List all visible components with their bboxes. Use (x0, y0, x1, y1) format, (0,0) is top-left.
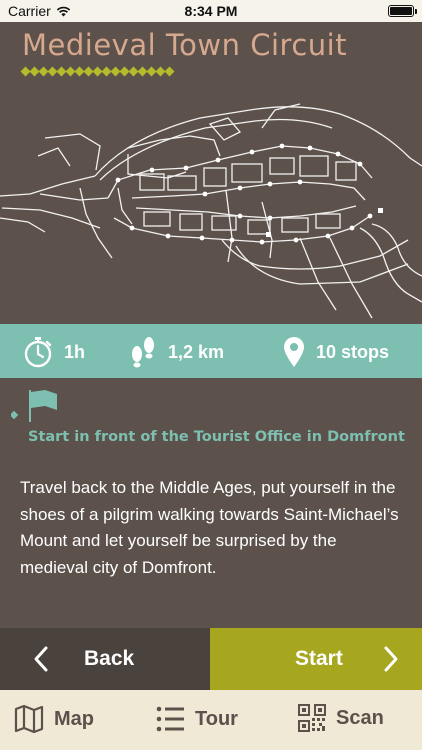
stops-info: 10 stops (282, 336, 389, 368)
title-underline-ornament (20, 66, 175, 77)
tour-info-bar: 1h 1,2 km 10 stops (0, 324, 422, 378)
page-title: Medieval Town Circuit (22, 28, 348, 62)
map-icon (14, 704, 44, 734)
distance-info: 1,2 km (128, 336, 224, 368)
footprints-icon (132, 337, 154, 368)
tab-map[interactable]: Map (14, 704, 94, 734)
start-flag-icon (11, 390, 57, 422)
tab-map-label: Map (54, 707, 94, 730)
distance-value: 1,2 km (168, 341, 225, 362)
battery-icon (388, 5, 417, 17)
duration-value: 1h (64, 341, 86, 362)
town-map-illustration (0, 103, 422, 319)
tab-tour-label: Tour (195, 707, 238, 730)
clock-time: 8:34 PM (184, 3, 238, 19)
navigation-row: Back Start (0, 628, 422, 690)
status-bar: Carrier 8:34 PM (0, 0, 422, 22)
back-button-label: Back (84, 647, 135, 670)
qr-code-icon (298, 704, 326, 732)
tab-tour[interactable]: Tour (155, 704, 238, 734)
chevron-right-icon (384, 646, 398, 672)
back-button[interactable]: Back (0, 628, 210, 690)
tab-scan[interactable]: Scan (298, 704, 384, 732)
start-button[interactable]: Start (210, 628, 422, 690)
chevron-left-icon (34, 646, 48, 672)
tab-scan-label: Scan (336, 706, 384, 729)
start-button-label: Start (295, 647, 343, 670)
start-location-text: Start in front of the Tourist Office in … (28, 429, 405, 445)
stopwatch-icon (24, 337, 52, 368)
tour-description: Travel back to the Middle Ages, put your… (20, 478, 399, 577)
tab-bar: Map Tour Scan (0, 690, 422, 750)
location-pin-icon (284, 337, 304, 367)
list-icon (156, 706, 184, 732)
duration-info: 1h (22, 336, 85, 368)
stops-value: 10 stops (316, 341, 390, 362)
